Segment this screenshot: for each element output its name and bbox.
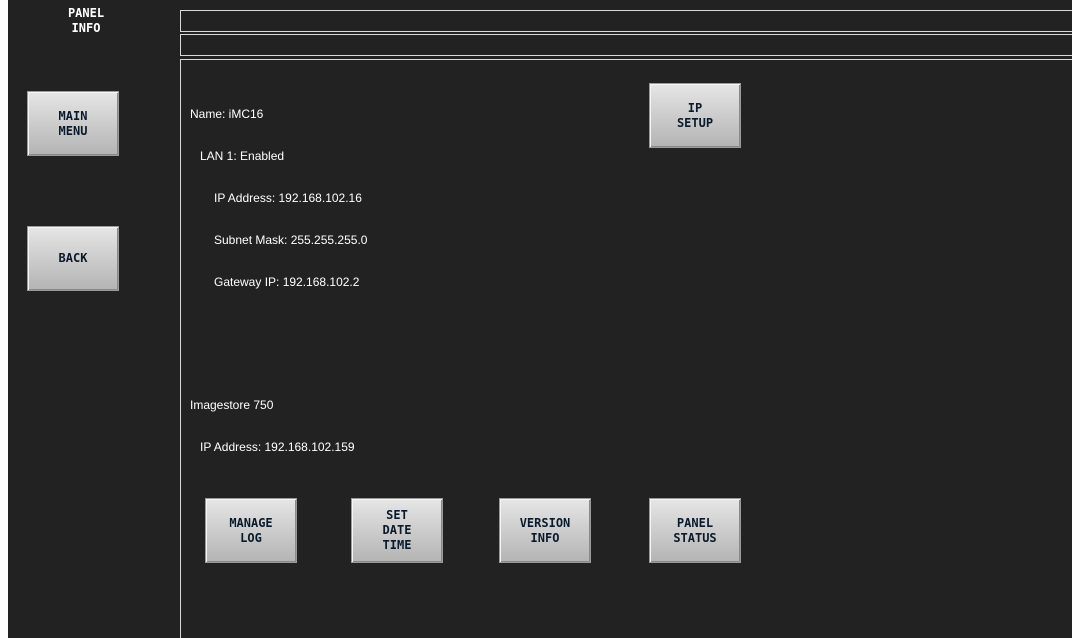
version-info-button[interactable]: VERSION INFO	[499, 498, 591, 563]
manage-log-button[interactable]: MANAGE LOG	[205, 498, 297, 563]
main-menu-button-label: MAIN MENU	[58, 108, 88, 138]
ip-setup-button[interactable]: IP SETUP	[649, 83, 741, 148]
panel-ip-address-text: IP Address: 192.168.102.16	[214, 191, 362, 205]
status-bar-second	[180, 34, 1072, 56]
imagestore-name-text: Imagestore 750	[190, 398, 274, 412]
panel-name-text: Name: iMC16	[190, 107, 264, 121]
manage-log-button-label: MANAGE LOG	[229, 515, 273, 545]
panel-status-button-label: PANEL STATUS	[673, 515, 717, 545]
version-info-button-label: VERSION INFO	[519, 515, 571, 545]
panel-status-button[interactable]: PANEL STATUS	[649, 498, 741, 563]
page-title: PANEL INFO	[8, 6, 164, 36]
set-date-time-button-label: SET DATE TIME	[382, 508, 412, 552]
imagestore-info: Imagestore 750 IP Address: 192.168.102.1…	[190, 370, 355, 468]
panel-network-info: Name: iMC16 LAN 1: Enabled IP Address: 1…	[190, 79, 367, 303]
ip-setup-button-label: IP SETUP	[676, 100, 714, 130]
back-button-label: BACK	[58, 251, 88, 265]
page-title-line1: PANEL	[67, 6, 105, 20]
status-bar-top	[180, 10, 1072, 32]
back-button[interactable]: BACK	[27, 226, 119, 291]
main-menu-button[interactable]: MAIN MENU	[27, 91, 119, 156]
gateway-ip-text: Gateway IP: 192.168.102.2	[214, 275, 360, 289]
imagestore-ip-address-text: IP Address: 192.168.102.159	[200, 440, 355, 454]
subnet-mask-text: Subnet Mask: 255.255.255.0	[214, 233, 368, 247]
page-title-line2: INFO	[71, 21, 101, 35]
lan-status-text: LAN 1: Enabled	[200, 149, 285, 163]
set-date-time-button[interactable]: SET DATE TIME	[351, 498, 443, 563]
